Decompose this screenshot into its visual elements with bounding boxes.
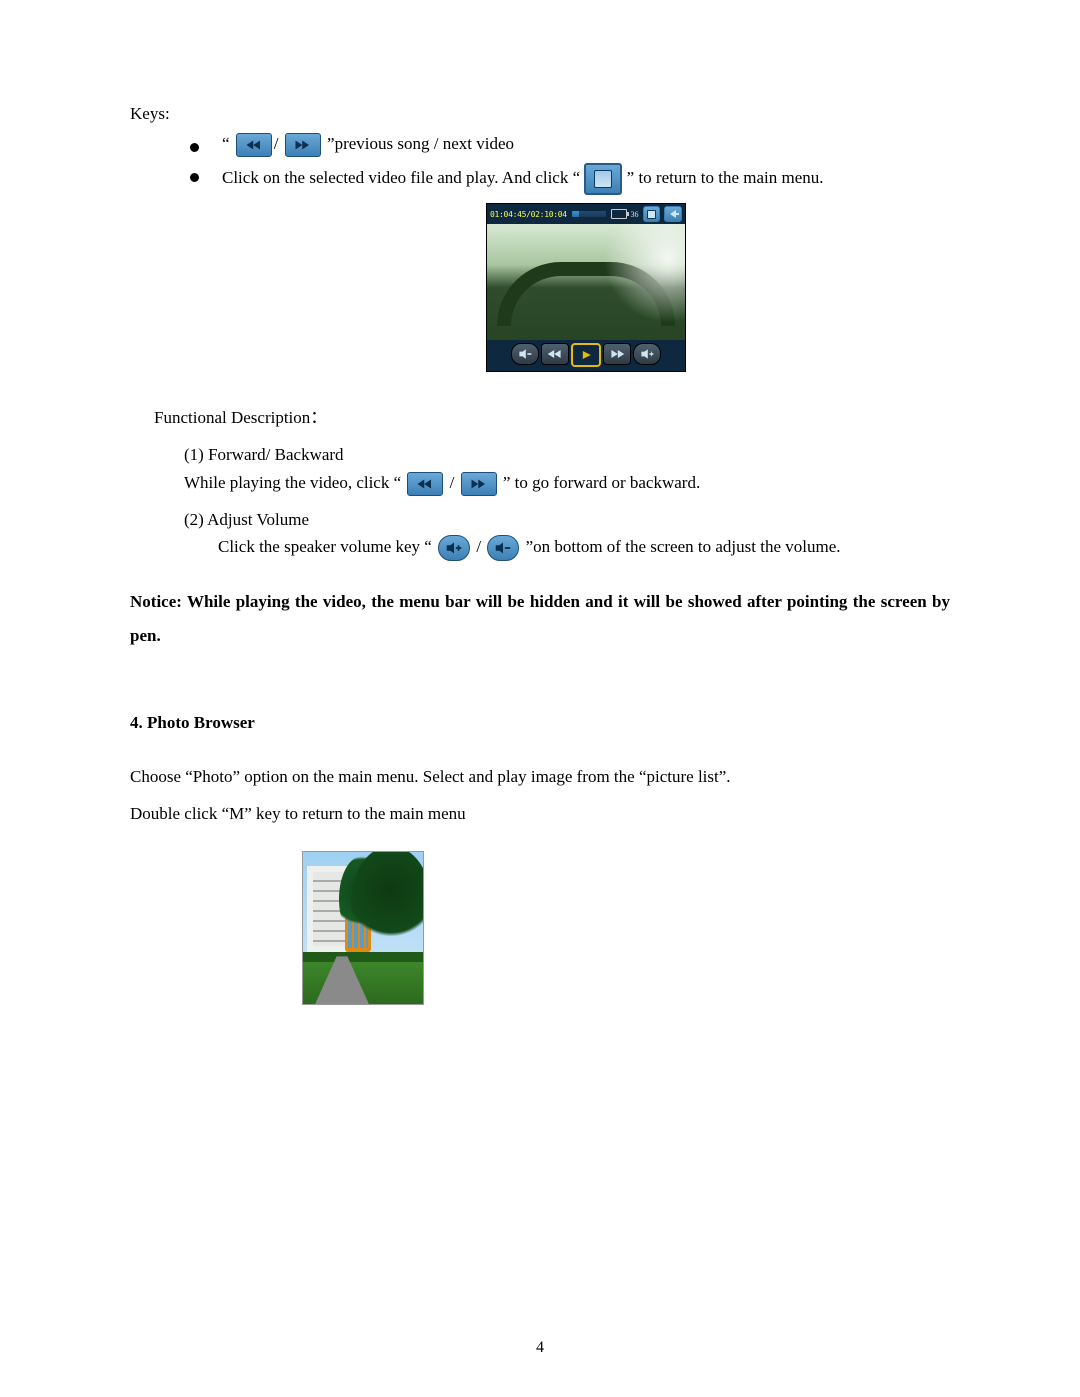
fast-forward-icon [603, 343, 631, 365]
text: ”on bottom of the screen to adjust the v… [526, 537, 841, 556]
fast-forward-icon [285, 133, 321, 157]
item1-title: (1) Forward/ Backward [184, 441, 950, 468]
volume-up-icon [438, 535, 470, 561]
rewind-icon [541, 343, 569, 365]
item2-title: (2) Adjust Volume [184, 506, 950, 533]
bullet-prev-next: “ / ”previous song / next video [190, 133, 950, 157]
video-player-screenshot: 01:04:45/02:10:04 36 [486, 203, 686, 372]
rewind-icon [407, 472, 443, 496]
page-number: 4 [0, 1339, 1080, 1357]
text: ” to go forward or backward. [503, 473, 700, 492]
bullet-play-return: Click on the selected video file and pla… [190, 163, 950, 372]
back-icon [664, 206, 682, 222]
notice-text: Notice: While playing the video, the men… [130, 585, 950, 653]
text: “ [222, 134, 230, 153]
photo-sample-image [302, 851, 424, 1005]
text: / [476, 537, 485, 556]
progress-bar [571, 210, 607, 218]
photo-paragraph-2: Double click “M” key to return to the ma… [130, 800, 950, 827]
play-icon [571, 343, 601, 367]
video-frame [487, 224, 685, 340]
text: ” to return to the main menu. [627, 168, 824, 187]
playback-time: 01:04:45/02:10:04 [490, 210, 567, 219]
functional-description-heading: Functional Description： [154, 404, 950, 431]
rewind-icon [236, 133, 272, 157]
photo-paragraph-1: Choose “Photo” option on the main menu. … [130, 763, 950, 790]
fast-forward-icon [461, 472, 497, 496]
return-main-menu-icon [584, 163, 622, 195]
volume-down-icon [511, 343, 539, 365]
battery-text: 36 [631, 210, 639, 219]
text: / [274, 134, 279, 153]
text: While playing the video, click “ [184, 473, 405, 492]
volume-up-icon [633, 343, 661, 365]
text: / [450, 473, 459, 492]
text: Click on the selected video file and pla… [222, 168, 580, 187]
section-4-heading: 4. Photo Browser [130, 713, 950, 733]
text: ”previous song / next video [327, 134, 514, 153]
menu-icon [643, 206, 661, 222]
volume-down-icon [487, 535, 519, 561]
keys-heading: Keys: [130, 100, 950, 127]
item1-body: While playing the video, click “ / ” to … [184, 469, 950, 496]
battery-icon [611, 209, 627, 219]
text: Click the speaker volume key “ [218, 537, 432, 556]
item2-body: Click the speaker volume key “ / ”on bot… [218, 533, 950, 561]
